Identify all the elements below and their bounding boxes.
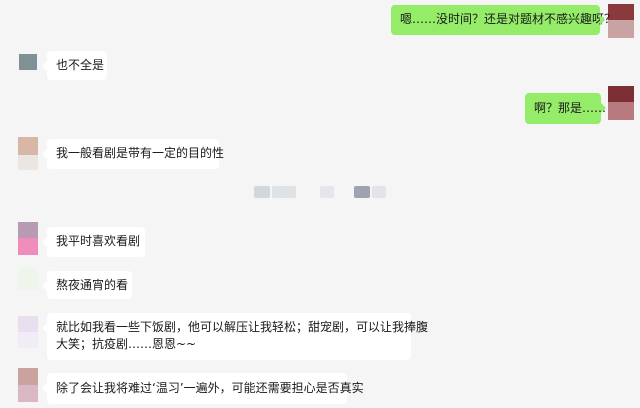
message-text: 熬夜通宵的看: [56, 278, 129, 292]
message-bubble[interactable]: 我一般看剧是带有一定的目的性: [42, 139, 224, 169]
avatar[interactable]: [19, 54, 37, 70]
message-bubble[interactable]: 我平时喜欢看剧: [42, 227, 145, 257]
message-bubble[interactable]: 除了会让我将难过‘温习’一遍外，可能还需要担心是否真实: [42, 373, 364, 404]
message-text: 我平时喜欢看剧: [56, 234, 141, 248]
message-text-line: 就比如我看一些下饭剧，他可以解压让我轻松；甜宠剧，可以让我捧腹: [56, 320, 429, 334]
message-bubble[interactable]: 啊？那是……: [525, 93, 606, 124]
message-text: 啊？那是……: [534, 101, 607, 115]
message-bubble[interactable]: 熬夜通宵的看: [42, 271, 132, 299]
message-bubble[interactable]: 也不全是: [42, 51, 107, 80]
avatar[interactable]: [18, 268, 38, 290]
message-bubble[interactable]: 就比如我看一些下饭剧，他可以解压让我轻松；甜宠剧，可以让我捧腹 大笑；抗疫剧………: [42, 313, 429, 360]
message-text: 嗯……没时间？还是对题材不感兴趣呀？: [400, 12, 617, 26]
avatar[interactable]: [18, 222, 38, 255]
message-text: 也不全是: [56, 58, 105, 72]
message-text: 除了会让我将难过‘温习’一遍外，可能还需要担心是否真实: [56, 381, 364, 395]
system-timestamp: [254, 186, 394, 198]
avatar[interactable]: [18, 316, 38, 348]
avatar[interactable]: [18, 137, 38, 170]
avatar[interactable]: [608, 86, 634, 120]
chat-window: { "messages": [ {"side": "out", "text": …: [0, 0, 640, 408]
message-text-line: 大笑；抗疫剧……恩恩~~: [56, 337, 197, 351]
message-text: 我一般看剧是带有一定的目的性: [56, 146, 225, 160]
avatar[interactable]: [18, 368, 38, 402]
message-bubble[interactable]: 嗯……没时间？还是对题材不感兴趣呀？: [391, 5, 616, 35]
